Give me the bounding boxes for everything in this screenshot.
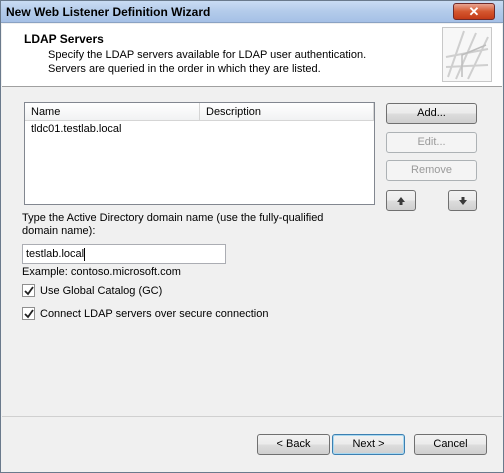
cancel-button[interactable]: Cancel [414,434,487,455]
wizard-header: LDAP Servers Specify the LDAP servers av… [2,24,502,87]
move-up-button[interactable] [386,190,416,211]
remove-button[interactable]: Remove [386,160,477,181]
use-global-catalog-label[interactable]: Use Global Catalog (GC) [40,285,162,298]
description-line-1: Specify the LDAP servers available for L… [48,49,367,61]
window-title: New Web Listener Definition Wizard [6,5,211,19]
page-title: LDAP Servers [24,32,104,46]
wizard-window: New Web Listener Definition Wizard ✕ LDA… [0,0,504,473]
secure-connection-checkbox[interactable] [22,307,35,320]
ldap-server-list[interactable]: Name Description tldc01.testlab.local [24,102,375,205]
server-name: tldc01.testlab.local [31,123,122,135]
next-button[interactable]: Next > [332,434,405,455]
domain-name-value: testlab.local [26,248,85,260]
column-header-name[interactable]: Name [25,103,200,120]
checkmark-icon [24,309,34,319]
page-description: Specify the LDAP servers available for L… [48,48,366,76]
arrow-down-icon [458,197,467,205]
title-bar[interactable]: New Web Listener Definition Wizard ✕ [1,1,503,23]
wizard-banner-icon [442,27,492,82]
footer-divider [2,416,502,417]
close-icon: ✕ [468,4,480,19]
domain-label: Type the Active Directory domain name (u… [22,212,323,238]
domain-example: Example: contoso.microsoft.com [22,266,181,278]
add-button[interactable]: Add... [386,103,477,124]
use-global-catalog-checkbox[interactable] [22,284,35,297]
description-line-2: Servers are queried in the order in whic… [48,63,321,75]
domain-label-line-1: Type the Active Directory domain name (u… [22,212,324,224]
close-button[interactable]: ✕ [453,3,495,20]
list-header: Name Description [25,103,374,121]
column-header-description[interactable]: Description [200,103,374,120]
domain-label-line-2: domain name): [22,225,96,237]
edit-button[interactable]: Edit... [386,132,477,153]
back-button[interactable]: < Back [257,434,330,455]
list-item[interactable]: tldc01.testlab.local [25,121,374,137]
text-caret [84,247,86,261]
move-down-button[interactable] [448,190,477,211]
arrow-up-icon [397,197,405,205]
checkmark-icon [24,286,34,296]
secure-connection-label[interactable]: Connect LDAP servers over secure connect… [40,308,268,321]
domain-name-input[interactable]: testlab.local [22,244,226,264]
